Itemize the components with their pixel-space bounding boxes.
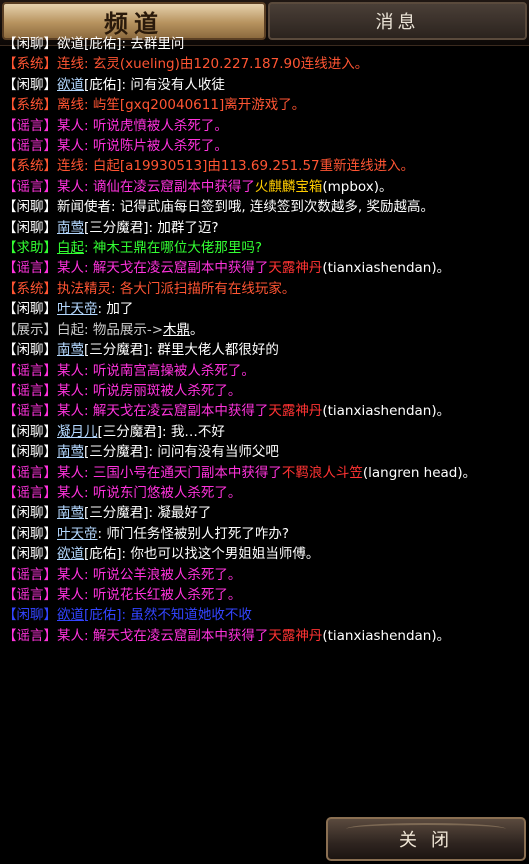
chat-message: 【谣言】某人: 解天戈在凌云窟副本中获得了天露神丹(tianxiashendan…: [3, 626, 525, 646]
message-text: 【闲聊】: [3, 525, 57, 542]
message-text: 天露神丹: [268, 627, 323, 644]
player-name-link[interactable]: 叶天帝: [57, 301, 98, 317]
message-text: 【谣言】某人: 听说公羊浪被人杀死了。: [3, 566, 242, 583]
message-text: 【闲聊】新闻使者: 记得武庙每日签到哦, 连续签到次数越多, 奖励越高。: [3, 199, 435, 216]
message-text: 【求助】: [3, 240, 57, 257]
message-text: 【谣言】某人: 解天戈在凌云窟副本中获得了: [3, 627, 269, 644]
chat-message: 【谣言】某人: 听说东门悠被人杀死了。: [3, 483, 525, 503]
message-text: 【谣言】某人: 解天戈在凌云窟副本中获得了: [3, 260, 269, 277]
chat-message: 【闲聊】凝月儿[三分魔君]: 我…不好: [3, 422, 525, 442]
player-name-link[interactable]: 叶天帝: [57, 526, 98, 542]
chat-message: 【系统】连线: 玄灵(xueling)由120.227.187.90连线进入。: [3, 54, 525, 74]
message-text: [庇佑]: 问有没有人收徒: [84, 76, 225, 93]
player-name-link[interactable]: 南莺: [57, 342, 84, 358]
message-text: (tianxiashendan)。: [322, 403, 451, 420]
message-text: 【谣言】某人: 解天戈在凌云窟副本中获得了: [3, 403, 269, 420]
message-text: (tianxiashendan)。: [322, 627, 451, 644]
message-text: [三分魔君]: 加群了迈?: [84, 219, 219, 236]
chat-message: 【求助】白起: 神木王鼎在哪位大佬那里吗?: [3, 238, 525, 258]
chat-message: 【系统】连线: 白起[a19930513]由113.69.251.57重新连线进…: [3, 156, 525, 176]
message-text: 不羁浪人斗笠: [281, 464, 363, 481]
message-text: 【谣言】某人: 听说花长红被人杀死了。: [3, 586, 242, 603]
chat-message: 【闲聊】新闻使者: 记得武庙每日签到哦, 连续签到次数越多, 奖励越高。: [3, 197, 525, 217]
message-text: [庇佑]: 虽然不知道她收不收: [84, 607, 252, 624]
message-text: 【展示】白起: 物品展示->: [3, 321, 164, 338]
chat-message: 【谣言】某人: 听说南宫高操被人杀死了。: [3, 361, 525, 381]
chat-message: 【系统】执法精灵: 各大门派扫描所有在线玩家。: [3, 279, 525, 299]
chat-message: 【闲聊】欲道[庇佑]: 虽然不知道她收不收: [3, 605, 525, 625]
message-text: 【闲聊】: [3, 546, 57, 563]
chat-message: 【谣言】某人: 解天戈在凌云窟副本中获得了天露神丹(tianxiashendan…: [3, 258, 525, 278]
chat-message: 【闲聊】欲道[庇佑]: 你也可以找这个男姐姐当师傅。: [3, 544, 525, 564]
player-name-link[interactable]: 欲道: [57, 607, 84, 623]
message-text: 火麒麟宝箱: [254, 178, 323, 195]
message-text: 【闲聊】: [3, 607, 57, 624]
chat-message: 【谣言】某人: 三国小号在通天门副本中获得了不羁浪人斗笠(langren hea…: [3, 463, 525, 483]
message-text: 【系统】执法精灵: 各大门派扫描所有在线玩家。: [3, 280, 296, 297]
chat-message: 【闲聊】叶天帝: 师门任务怪被别人打死了咋办?: [3, 524, 525, 544]
message-text: 天露神丹: [268, 403, 323, 420]
player-name-link[interactable]: 欲道: [57, 77, 84, 93]
message-text: 【闲聊】: [3, 505, 57, 522]
chat-message: 【闲聊】叶天帝: 加了: [3, 299, 525, 319]
player-name-link[interactable]: 凝月儿: [57, 424, 98, 440]
message-text: 【谣言】某人: 听说陈片被人杀死了。: [3, 138, 228, 155]
message-text: 。: [190, 321, 204, 338]
message-text: (tianxiashendan)。: [322, 260, 451, 277]
chat-message: 【谣言】某人: 谪仙在凌云窟副本中获得了火麒麟宝箱(mpbox)。: [3, 177, 525, 197]
player-name-link[interactable]: 木鼎: [163, 322, 190, 338]
message-text: 欲道[庇佑]: 去群里问: [57, 36, 185, 52]
chat-message: 【闲聊】南莺[三分魔君]: 加群了迈?: [3, 218, 525, 238]
message-text: 天露神丹: [268, 260, 323, 277]
message-text: [三分魔君]: 群里大佬人都很好的: [84, 342, 279, 359]
chat-message: 【闲聊】南莺[三分魔君]: 凝最好了: [3, 503, 525, 523]
message-text: 【谣言】某人: 听说房丽斑被人杀死了。: [3, 382, 242, 399]
chat-message: 【闲聊】南莺[三分魔君]: 问问有没有当师父吧: [3, 442, 525, 462]
player-name-link[interactable]: 白起: [57, 240, 84, 256]
message-text: 【谣言】某人: 听说虎憤被人杀死了。: [3, 117, 228, 134]
message-text: 【系统】连线: 玄灵(xueling)由120.227.187.90连线进入。: [3, 56, 369, 73]
player-name-link[interactable]: 南莺: [57, 220, 84, 236]
chat-message: 【谣言】某人: 听说陈片被人杀死了。: [3, 136, 525, 156]
player-name-link[interactable]: 南莺: [57, 505, 84, 521]
chat-message: 【谣言】某人: 听说房丽斑被人杀死了。: [3, 381, 525, 401]
chat-message: 【谣言】某人: 听说花长红被人杀死了。: [3, 585, 525, 605]
player-name-link[interactable]: 欲道: [57, 546, 84, 562]
chat-message: 【展示】白起: 物品展示->木鼎。: [3, 320, 525, 340]
chat-message: 【系统】离线: 屿笙[gxq20040611]离开游戏了。: [3, 95, 525, 115]
message-text: 【系统】离线: 屿笙[gxq20040611]离开游戏了。: [3, 97, 306, 114]
message-text: : 加了: [97, 301, 134, 318]
message-text: : 师门任务怪被别人打死了咋办?: [97, 525, 290, 542]
message-text: (langren head)。: [362, 464, 477, 481]
message-text: : 神木王鼎在哪位大佬那里吗?: [84, 240, 263, 257]
button-ornament: [346, 823, 506, 835]
message-text: 【闲聊】: [3, 423, 57, 440]
message-text: 【闲聊】: [3, 444, 57, 461]
message-text: 【闲聊】: [3, 342, 57, 359]
message-text: [三分魔君]: 我…不好: [97, 423, 225, 440]
message-text: 【闲聊】: [3, 76, 57, 93]
message-text: 【系统】连线: 白起[a19930513]由113.69.251.57重新连线进…: [3, 158, 415, 175]
message-text: [庇佑]: 你也可以找这个男姐姐当师傅。: [84, 546, 320, 563]
message-text: (mpbox)。: [322, 178, 393, 195]
message-text: 【谣言】某人: 听说南宫高操被人杀死了。: [3, 362, 255, 379]
chat-message: 【闲聊】南莺[三分魔君]: 群里大佬人都很好的: [3, 340, 525, 360]
close-button[interactable]: 关闭: [326, 817, 526, 861]
message-text: 【闲聊】: [3, 36, 57, 52]
message-text: 【谣言】某人: 听说东门悠被人杀死了。: [3, 484, 242, 501]
message-text: 【谣言】某人: 谪仙在凌云窟副本中获得了: [3, 178, 255, 195]
chat-message: 【谣言】某人: 听说公羊浪被人杀死了。: [3, 565, 525, 585]
chat-message: 【谣言】某人: 听说虎憤被人杀死了。: [3, 116, 525, 136]
message-text: [三分魔君]: 问问有没有当师父吧: [84, 444, 279, 461]
chat-message: 【闲聊】欲道[庇佑]: 去群里问: [3, 34, 525, 54]
message-text: 【闲聊】: [3, 301, 57, 318]
message-text: [三分魔君]: 凝最好了: [84, 505, 212, 522]
chat-message: 【闲聊】欲道[庇佑]: 问有没有人收徒: [3, 75, 525, 95]
message-text: 【谣言】某人: 三国小号在通天门副本中获得了: [3, 464, 282, 481]
chat-message: 【谣言】某人: 解天戈在凌云窟副本中获得了天露神丹(tianxiashendan…: [3, 401, 525, 421]
message-text: 【闲聊】: [3, 219, 57, 236]
player-name-link[interactable]: 南莺: [57, 444, 84, 460]
chat-feed[interactable]: 【闲聊】欲道[庇佑]: 去群里问 【系统】连线: 玄灵(xueling)由120.…: [3, 34, 525, 812]
tab-messages-label: 消息: [375, 12, 420, 33]
